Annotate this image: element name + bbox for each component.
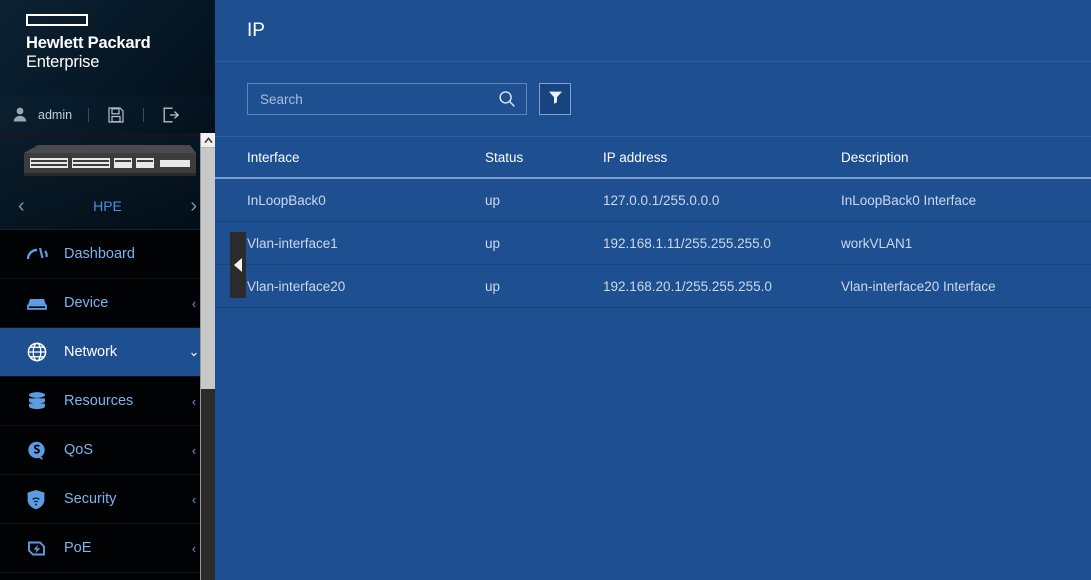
search-magnifier-icon[interactable]: [496, 90, 518, 108]
sidebar-label-qos: QoS: [64, 442, 94, 458]
search-input[interactable]: [260, 91, 496, 107]
sidebar-item-network[interactable]: Network ⌄: [0, 328, 215, 377]
sidebar-chevron-poe: ‹: [191, 540, 197, 556]
sidebar-chevron-device: ‹: [191, 295, 197, 311]
table-row[interactable]: Vlan-interface20 up 192.168.20.1/255.255…: [215, 265, 1091, 308]
table-row[interactable]: InLoopBack0 up 127.0.0.1/255.0.0.0 InLoo…: [215, 179, 1091, 222]
sidebar: Hewlett Packard Enterprise admin ‹ HPE ›…: [0, 0, 215, 580]
network-switch-image: [24, 145, 196, 176]
cell-ip-address: 127.0.0.1/255.0.0.0: [603, 192, 720, 208]
cell-status: up: [485, 278, 501, 294]
filter-funnel-icon: [548, 90, 563, 109]
sidebar-item-poe[interactable]: PoE ‹: [0, 524, 215, 573]
collapse-left-triangle-icon: [234, 258, 242, 272]
sidebar-collapse-handle[interactable]: [230, 232, 246, 298]
column-header-interface: Interface: [247, 149, 300, 165]
sidebar-chevron-qos: ‹: [191, 442, 197, 458]
sidebar-label-device: Device: [64, 295, 109, 311]
scroll-up-arrow-icon[interactable]: [201, 133, 215, 148]
ip-interface-table: Interface Status IP address Description …: [215, 137, 1091, 308]
device-switch-icon: [26, 294, 56, 312]
carousel-device-label: HPE: [93, 198, 122, 214]
cell-ip-address: 192.168.20.1/255.255.255.0: [603, 278, 772, 294]
cell-status: up: [485, 192, 501, 208]
cell-status: up: [485, 235, 501, 251]
sidebar-item-resources[interactable]: Resources ‹: [0, 377, 215, 426]
brand-line-2: Enterprise: [26, 53, 100, 71]
filter-button[interactable]: [539, 83, 571, 115]
cell-description: InLoopBack0 Interface: [841, 192, 977, 208]
save-floppy-icon[interactable]: [105, 106, 127, 123]
dashboard-gauge-icon: [26, 245, 56, 263]
table-header-row: Interface Status IP address Description: [215, 137, 1091, 179]
app-root: Hewlett Packard Enterprise admin ‹ HPE ›…: [0, 0, 1091, 580]
brand-header: Hewlett Packard Enterprise: [0, 0, 215, 95]
cell-description: Vlan-interface20 Interface: [841, 278, 996, 294]
sidebar-label-resources: Resources: [64, 393, 134, 409]
cell-ip-address: 192.168.1.11/255.255.255.0: [603, 235, 771, 251]
globe-icon: [26, 341, 56, 363]
table-row[interactable]: Vlan-interface1 up 192.168.1.11/255.255.…: [215, 222, 1091, 265]
username-label: admin: [38, 107, 73, 122]
main-content: IP Int: [215, 0, 1091, 580]
sidebar-item-security[interactable]: Security ‹: [0, 475, 215, 524]
column-header-ip-address: IP address: [603, 149, 668, 165]
content-toolbar: [215, 62, 1091, 137]
sidebar-chevron-network: ⌄: [188, 344, 200, 359]
sidebar-label-dashboard: Dashboard: [64, 246, 135, 262]
column-header-description: Description: [841, 149, 909, 165]
toolbar-divider-2: [143, 107, 145, 122]
user-icon: [10, 107, 30, 122]
carousel-prev-icon[interactable]: ‹: [18, 196, 25, 216]
sidebar-nav: Dashboard Device ‹ Network ⌄ Resources ‹…: [0, 230, 215, 573]
poe-bolt-shield-icon: [26, 538, 56, 559]
page-title: IP: [247, 19, 265, 41]
sidebar-label-security: Security: [64, 491, 117, 507]
brand-line-1: Hewlett Packard: [26, 34, 151, 52]
sidebar-item-qos[interactable]: QoS ‹: [0, 426, 215, 475]
search-box[interactable]: [247, 83, 527, 115]
sidebar-item-device[interactable]: Device ‹: [0, 279, 215, 328]
toolbar-divider-1: [88, 107, 90, 122]
database-icon: [26, 391, 56, 411]
sidebar-label-poe: PoE: [64, 540, 92, 556]
sidebar-chevron-resources: ‹: [191, 393, 197, 409]
cell-description: workVLAN1: [841, 235, 913, 251]
cell-interface: Vlan-interface1: [247, 235, 338, 251]
sidebar-item-dashboard[interactable]: Dashboard: [0, 230, 215, 279]
cell-interface: InLoopBack0: [247, 192, 326, 208]
device-carousel-panel: ‹ HPE ›: [0, 135, 215, 230]
scrollbar-track[interactable]: [201, 389, 215, 580]
sidebar-label-network: Network: [64, 344, 118, 360]
shield-icon: [26, 489, 56, 510]
sidebar-scrollbar[interactable]: [200, 133, 215, 580]
user-toolbar: admin: [0, 95, 215, 135]
cell-interface: Vlan-interface20: [247, 278, 346, 294]
device-carousel-controls: ‹ HPE ›: [0, 187, 215, 225]
carousel-next-icon[interactable]: ›: [190, 196, 197, 216]
logout-icon[interactable]: [160, 107, 182, 123]
scrollbar-thumb[interactable]: [201, 149, 215, 389]
sidebar-chevron-security: ‹: [191, 491, 197, 507]
hpe-logo-rectangle-icon: [26, 14, 88, 26]
page-header: IP: [215, 0, 1091, 62]
qos-icon: [26, 440, 56, 461]
column-header-status: Status: [485, 149, 524, 165]
